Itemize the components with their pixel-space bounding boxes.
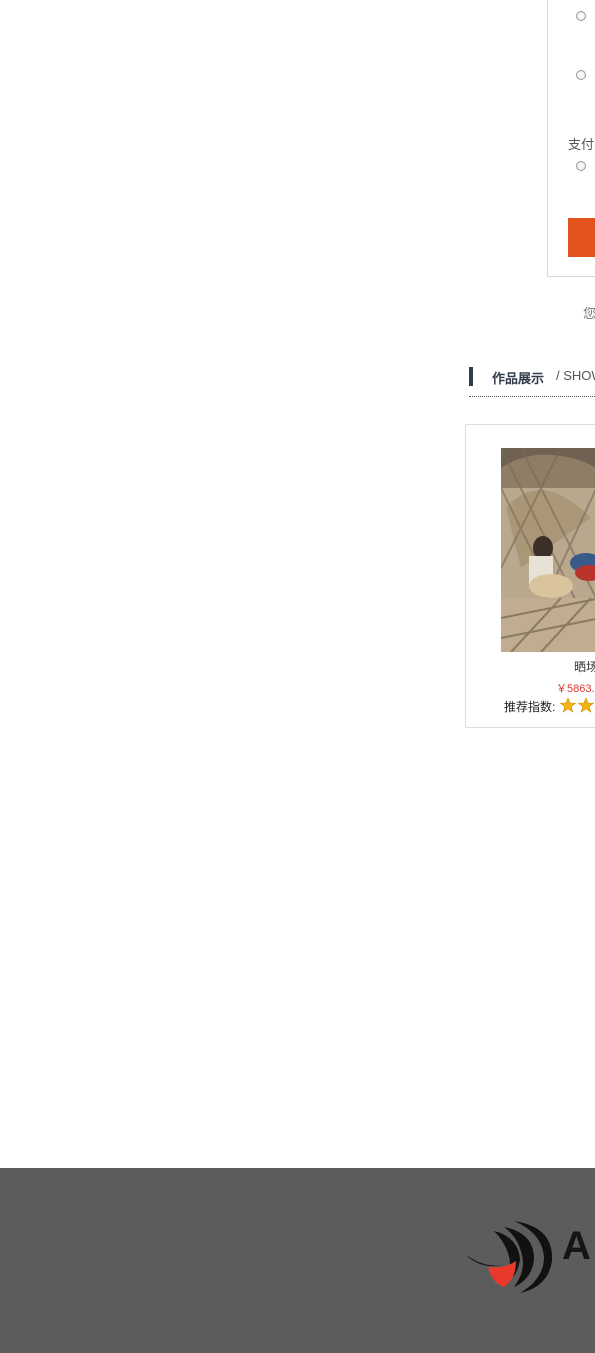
payment-option-radio[interactable] (576, 161, 586, 171)
bird-swirl-logo-icon[interactable] (464, 1217, 556, 1295)
submit-order-button[interactable] (568, 218, 595, 257)
product-name[interactable]: 晒场 (574, 658, 595, 675)
star-icon (560, 697, 576, 713)
payment-method-label: 支付 (568, 137, 595, 152)
footer-logo-text: A (562, 1224, 591, 1268)
delivery-option-radio-2[interactable] (576, 70, 586, 80)
product-painting-image[interactable] (501, 448, 595, 652)
section-accent-bar (469, 367, 473, 386)
rating-label: 推荐指数: (504, 700, 556, 714)
showcase-section-title: 作品展示 (492, 371, 545, 386)
section-divider (469, 396, 595, 397)
order-note-text: 您 (583, 306, 595, 321)
delivery-option-radio-1[interactable] (576, 11, 586, 21)
star-icon (578, 697, 594, 713)
showcase-section-subtitle: / SHOW (556, 368, 595, 383)
product-price: ￥5863. (556, 683, 595, 695)
